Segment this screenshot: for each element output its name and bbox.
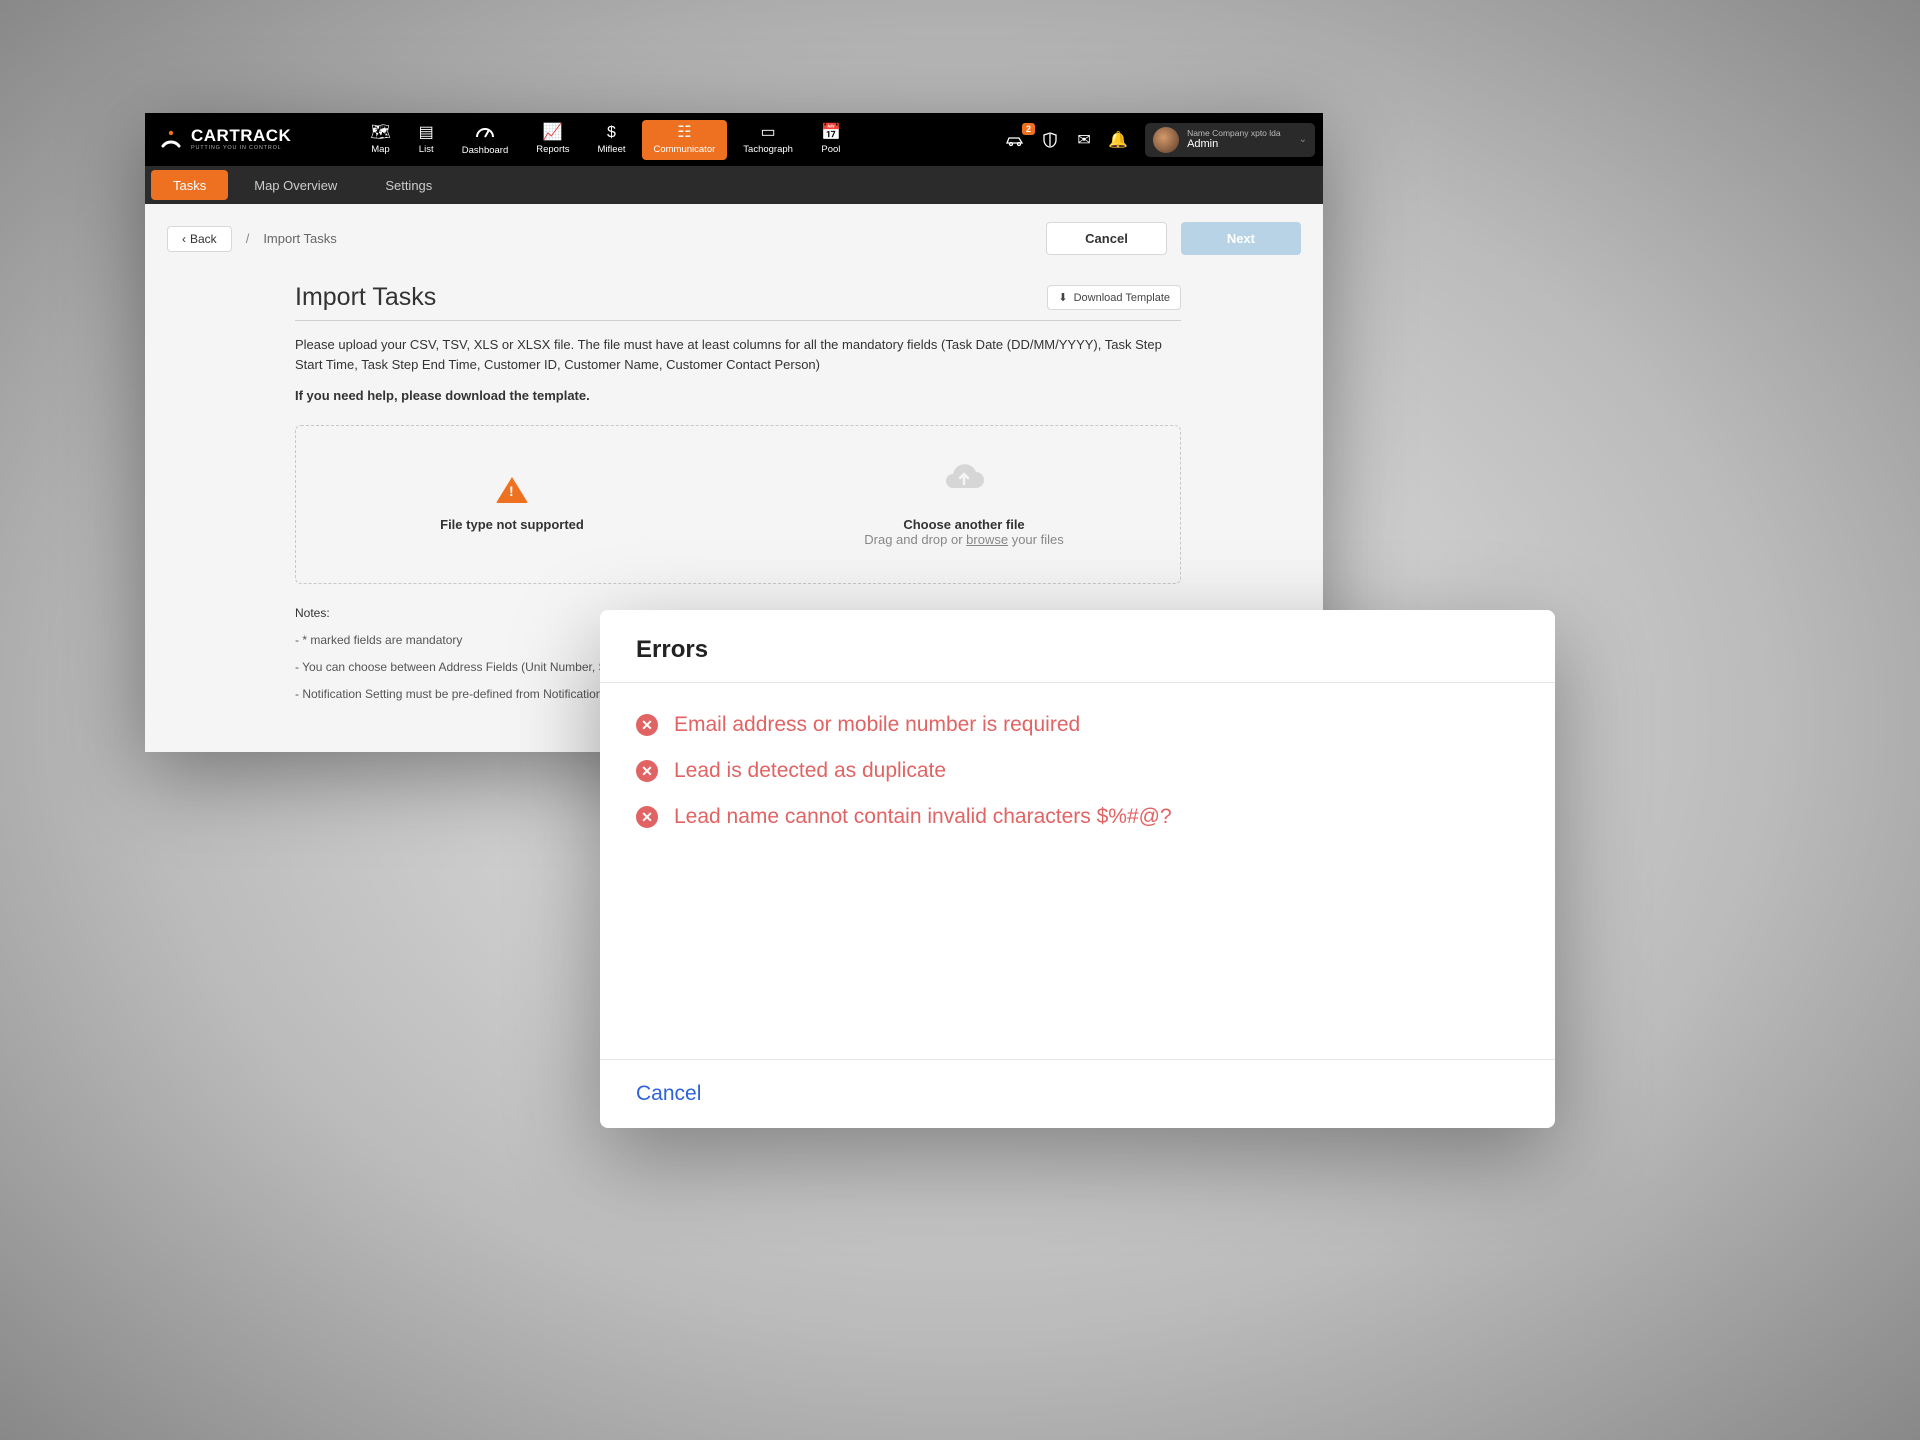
error-row: ✕ Email address or mobile number is requ… xyxy=(636,713,1519,737)
download-template-button[interactable]: ⬇ Download Template xyxy=(1047,285,1181,310)
breadcrumb: ‹Back / Import Tasks xyxy=(167,226,337,252)
cloud-upload-icon xyxy=(942,462,986,499)
errors-modal: Errors ✕ Email address or mobile number … xyxy=(600,610,1555,1128)
nav-map[interactable]: 🗺Map xyxy=(358,120,402,160)
nav-tachograph[interactable]: ▭Tachograph xyxy=(731,120,805,160)
logo-mark-icon xyxy=(159,128,183,152)
next-button[interactable]: Next xyxy=(1181,222,1301,255)
nav-dashboard[interactable]: Dashboard xyxy=(450,120,520,160)
error-text: Lead name cannot contain invalid charact… xyxy=(674,805,1172,829)
modal-title: Errors xyxy=(636,636,1519,664)
mifleet-icon: $ xyxy=(607,125,616,141)
error-text: Email address or mobile number is requir… xyxy=(674,713,1080,737)
topbar: CARTRACK PUTTING YOU IN CONTROL 🗺Map ▤Li… xyxy=(145,113,1323,166)
drop-hint: Drag and drop or browse your files xyxy=(864,532,1063,547)
page-title: Import Tasks xyxy=(295,283,436,312)
chevron-left-icon: ‹ xyxy=(182,232,186,246)
brand-name: CARTRACK xyxy=(191,127,291,144)
pool-icon: 📅 xyxy=(821,125,841,141)
drop-choose-title: Choose another file xyxy=(864,517,1063,532)
chevron-down-icon: ⌄ xyxy=(1299,134,1307,145)
nav-communicator[interactable]: ☷Communicator xyxy=(642,120,728,160)
nav-pool[interactable]: 📅Pool xyxy=(809,120,853,160)
avatar xyxy=(1153,127,1179,153)
error-row: ✕ Lead name cannot contain invalid chara… xyxy=(636,805,1519,829)
browse-link[interactable]: browse xyxy=(966,532,1008,547)
modal-cancel-button[interactable]: Cancel xyxy=(636,1082,701,1106)
map-icon: 🗺 xyxy=(370,125,390,141)
warning-icon xyxy=(496,477,528,503)
brand-tagline: PUTTING YOU IN CONTROL xyxy=(191,146,291,152)
user-role: Admin xyxy=(1187,138,1281,150)
drop-choose-section: Choose another file Drag and drop or bro… xyxy=(728,462,1180,547)
subnav-settings[interactable]: Settings xyxy=(363,170,454,200)
vehicle-badge: 2 xyxy=(1022,123,1035,135)
user-company: Name Company xpto lda xyxy=(1187,129,1281,138)
list-icon: ▤ xyxy=(419,125,434,141)
user-menu[interactable]: Name Company xpto lda Admin ⌄ xyxy=(1145,123,1315,157)
error-icon: ✕ xyxy=(636,760,658,782)
vehicle-icon[interactable]: 2 xyxy=(1001,125,1031,155)
file-dropzone[interactable]: File type not supported Choose another f… xyxy=(295,425,1181,584)
error-text: Lead is detected as duplicate xyxy=(674,759,946,783)
nav-mifleet[interactable]: $Mifleet xyxy=(586,120,638,160)
subnav-tasks[interactable]: Tasks xyxy=(151,170,228,200)
error-icon: ✕ xyxy=(636,806,658,828)
cancel-button[interactable]: Cancel xyxy=(1046,222,1167,255)
communicator-icon: ☷ xyxy=(677,125,691,141)
drop-error-text: File type not supported xyxy=(440,517,584,532)
intro-text: Please upload your CSV, TSV, XLS or XLSX… xyxy=(295,335,1181,374)
primary-nav: 🗺Map ▤List Dashboard 📈Reports $Mifleet ☷… xyxy=(356,113,855,166)
nav-reports[interactable]: 📈Reports xyxy=(524,120,581,160)
reports-icon: 📈 xyxy=(543,125,563,141)
dashboard-icon xyxy=(476,124,494,142)
subnav: Tasks Map Overview Settings xyxy=(145,166,1323,204)
nav-list[interactable]: ▤List xyxy=(407,120,446,160)
topbar-actions: 2 ✉ 🔔 Name Company xpto lda Admin ⌄ xyxy=(1001,123,1323,157)
drop-error-section: File type not supported xyxy=(296,462,728,547)
mail-icon[interactable]: ✉ xyxy=(1069,125,1099,155)
shield-icon[interactable] xyxy=(1035,125,1065,155)
help-text: If you need help, please download the te… xyxy=(295,388,1181,403)
brand-logo: CARTRACK PUTTING YOU IN CONTROL xyxy=(159,127,291,152)
bell-icon[interactable]: 🔔 xyxy=(1103,125,1133,155)
tachograph-icon: ▭ xyxy=(761,125,776,141)
error-row: ✕ Lead is detected as duplicate xyxy=(636,759,1519,783)
error-icon: ✕ xyxy=(636,714,658,736)
breadcrumb-sep: / xyxy=(246,231,250,246)
download-icon: ⬇ xyxy=(1058,291,1067,304)
back-button[interactable]: ‹Back xyxy=(167,226,232,252)
subnav-map-overview[interactable]: Map Overview xyxy=(232,170,359,200)
breadcrumb-current: Import Tasks xyxy=(263,231,336,246)
